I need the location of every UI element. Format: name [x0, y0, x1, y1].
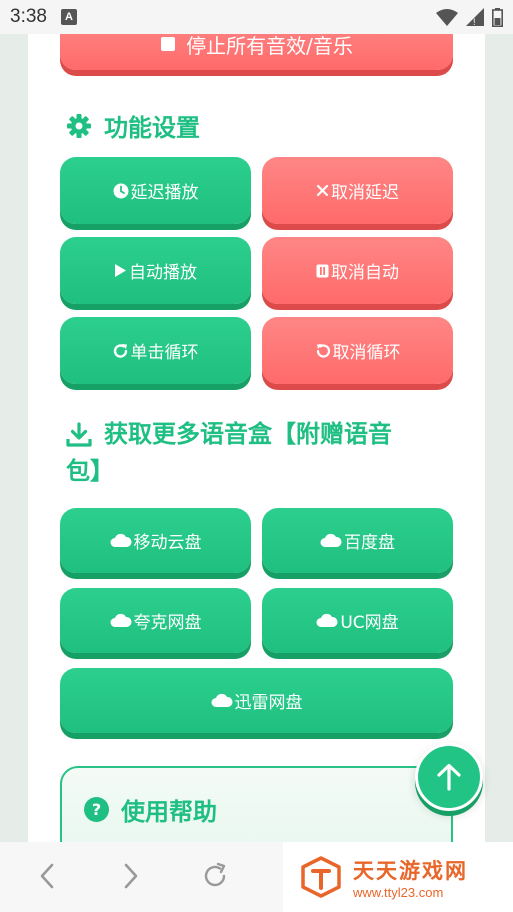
- mobile-cloud-label: 移动云盘: [133, 533, 202, 553]
- single-loop-label: 单击循环: [130, 343, 199, 363]
- status-time: 3:38: [10, 6, 47, 27]
- arrow-up-icon: [437, 763, 461, 791]
- clock-icon: [113, 183, 128, 198]
- stop-icon: [161, 37, 176, 51]
- notification-a-icon: A: [60, 9, 77, 25]
- auto-play-label: 自动播放: [129, 263, 197, 283]
- quark-disk-label: 夸克网盘: [133, 613, 202, 633]
- cloud-icon: [110, 533, 132, 547]
- baidu-disk-button[interactable]: 百度盘: [262, 508, 453, 573]
- page-content: 停止所有音效/音乐 功能设置 延迟播放 取消延迟 自动播放 取消自动 单击循环 …: [28, 34, 485, 844]
- play-icon: [115, 264, 126, 277]
- uc-disk-button[interactable]: UC网盘: [262, 588, 453, 653]
- status-bar: 3:38 A !: [0, 0, 513, 34]
- delay-play-button[interactable]: 延迟播放: [60, 157, 251, 224]
- xunlei-disk-button[interactable]: 迅雷网盘: [60, 668, 453, 733]
- close-icon: [316, 184, 329, 197]
- pause-icon: [316, 264, 329, 277]
- cloud-icon: [320, 533, 342, 547]
- help-title-text: 使用帮助: [121, 798, 217, 826]
- cancel-delay-label: 取消延迟: [331, 183, 399, 203]
- cancel-loop-label: 取消循环: [332, 343, 401, 363]
- question-icon: ?: [84, 797, 109, 822]
- svg-text:!: !: [473, 17, 476, 26]
- cancel-auto-label: 取消自动: [331, 263, 399, 283]
- uc-disk-label: UC网盘: [340, 613, 399, 633]
- status-icons: !: [436, 7, 503, 27]
- scroll-to-top-button[interactable]: [415, 743, 483, 811]
- more-voice-boxes-title-text: 获取更多语音盒【附赠语音包】: [66, 420, 392, 485]
- cancel-delay-button[interactable]: 取消延迟: [262, 157, 453, 224]
- cancel-loop-button[interactable]: 取消循环: [262, 317, 453, 384]
- watermark: 天天游戏网 www.ttyl23.com: [283, 842, 513, 912]
- help-title: ? 使用帮助: [84, 792, 217, 827]
- function-settings-title-text: 功能设置: [104, 114, 200, 142]
- refresh-icon[interactable]: [201, 862, 229, 890]
- wifi-icon: [436, 8, 458, 26]
- undo-icon: [316, 343, 330, 358]
- xunlei-disk-label: 迅雷网盘: [234, 693, 303, 713]
- watermark-name: 天天游戏网: [353, 858, 468, 883]
- cancel-auto-button[interactable]: 取消自动: [262, 237, 453, 304]
- mobile-cloud-button[interactable]: 移动云盘: [60, 508, 251, 573]
- watermark-url: www.ttyl23.com: [353, 884, 444, 900]
- battery-icon: [492, 7, 503, 27]
- signal-icon: !: [466, 8, 484, 26]
- delay-play-label: 延迟播放: [130, 183, 199, 203]
- single-loop-button[interactable]: 单击循环: [60, 317, 251, 384]
- auto-play-button[interactable]: 自动播放: [60, 237, 251, 304]
- svg-text:?: ?: [92, 800, 101, 819]
- cloud-icon: [316, 613, 338, 627]
- watermark-logo-icon: [301, 856, 341, 898]
- gear-icon: [67, 113, 91, 138]
- function-settings-title: 功能设置: [66, 108, 200, 143]
- cloud-icon: [110, 613, 132, 627]
- stop-all-sounds-button[interactable]: 停止所有音效/音乐: [60, 34, 453, 70]
- back-arrow-icon[interactable]: [38, 862, 56, 890]
- forward-arrow-icon[interactable]: [122, 862, 140, 890]
- stop-all-sounds-label: 停止所有音效/音乐: [186, 34, 353, 58]
- cloud-icon: [211, 693, 233, 707]
- more-voice-boxes-title: 获取更多语音盒【附赠语音包】: [66, 416, 426, 490]
- quark-disk-button[interactable]: 夸克网盘: [60, 588, 251, 653]
- redo-icon: [113, 343, 127, 358]
- help-card: ? 使用帮助: [60, 766, 453, 844]
- baidu-disk-label: 百度盘: [344, 533, 395, 553]
